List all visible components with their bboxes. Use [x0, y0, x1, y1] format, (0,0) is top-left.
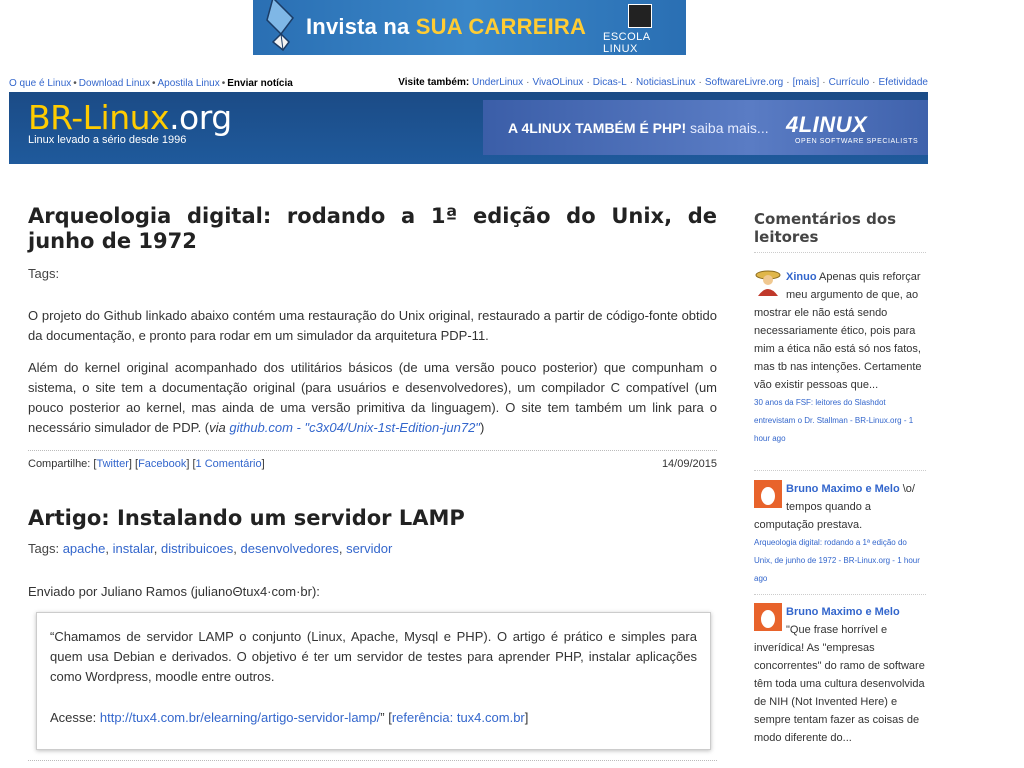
site-header: BR-Linux.org Linux levado a sério desde …	[9, 92, 928, 164]
post-title[interactable]: Arqueologia digital: rodando a 1ª edição…	[28, 204, 717, 254]
nav-apostila-linux[interactable]: Apostila Linux	[157, 78, 219, 89]
nav-download-linux[interactable]: Download Linux	[79, 78, 150, 89]
link-curriculo[interactable]: Currículo	[829, 77, 870, 88]
post-paragraph-text: O projeto do Github linkado abaixo conté…	[28, 308, 717, 343]
tag-link[interactable]: apache	[63, 541, 106, 556]
divider	[754, 252, 926, 253]
tag-link[interactable]: instalar	[113, 541, 154, 556]
sidebar-title: Comentários dos leitores	[754, 210, 897, 246]
via-github-link[interactable]: github.com - "c3x04/Unix-1st-Edition-jun…	[229, 420, 480, 435]
comment-source-link[interactable]: 30 anos da FSF: leitores do Slashdot ent…	[754, 394, 926, 448]
egg-avatar-icon	[754, 480, 782, 508]
link-vivaolinux[interactable]: VivaOLinux	[532, 77, 583, 88]
sidebar: Comentários dos leitores	[754, 210, 926, 246]
article-link[interactable]: http://tux4.com.br/elearning/artigo-serv…	[100, 710, 380, 725]
post-tags: Tags: apache, instalar, distribuicoes, d…	[28, 541, 393, 556]
nav-enviar-noticia[interactable]: Enviar notícia	[227, 78, 293, 89]
4linux-logo: 4LINUX	[786, 112, 868, 137]
comment-author[interactable]: Xinuo	[786, 271, 817, 283]
post-paragraph: Além do kernel original acompanhado dos …	[28, 358, 717, 438]
quote-box: “Chamamos de servidor LAMP o conjunto (L…	[36, 612, 711, 750]
4linux-ad-banner[interactable]: A 4LINUX TAMBÉM É PHP! saiba mais... 4LI…	[483, 100, 928, 155]
divider	[754, 470, 926, 471]
fountain-pen-icon	[266, 0, 294, 52]
comment-author[interactable]: Bruno Maximo e Melo	[786, 606, 900, 618]
post-arqueologia: Arqueologia digital: rodando a 1ª edição…	[28, 204, 717, 254]
escola-linux-mark-icon	[628, 4, 652, 28]
nav-o-que-e-linux[interactable]: O que é Linux	[9, 78, 71, 89]
egg-avatar-icon	[754, 603, 782, 631]
post-paragraph-text: Além do kernel original acompanhado dos …	[28, 360, 717, 435]
4linux-logo-subtitle: OPEN SOFTWARE SPECIALISTS	[795, 138, 919, 145]
post-title[interactable]: Artigo: Instalando um servidor LAMP	[28, 506, 465, 530]
sidebar-comment: Bruno Maximo e Melo "Que frase horrível …	[754, 603, 926, 747]
comments-link[interactable]: 1 Comentário	[196, 458, 262, 470]
divider	[754, 594, 926, 595]
sidebar-comment: Xinuo Apenas quis reforçar meu argumento…	[754, 268, 926, 448]
post-date: 14/09/2015	[661, 458, 717, 470]
post-paragraph: O projeto do Github linkado abaixo conté…	[28, 306, 717, 346]
person-hat-avatar-icon	[755, 270, 781, 296]
site-title[interactable]: BR-Linux.org	[28, 98, 232, 137]
banner-text: Invista na SUA CARREIRA	[306, 14, 587, 39]
link-softwarelivre[interactable]: SoftwareLivre.org	[705, 77, 783, 88]
post-tags: Tags:	[28, 266, 60, 281]
tag-link[interactable]: servidor	[346, 541, 392, 556]
visit-also-label: Visite também:	[398, 77, 470, 88]
share-facebook-link[interactable]: Facebook	[138, 458, 186, 470]
tag-link[interactable]: desenvolvedores	[241, 541, 339, 556]
comment-text: "Que frase horrível e inverídica! As "em…	[754, 624, 925, 744]
sidebar-comment: Bruno Maximo e Melo \o/ tempos quando a …	[754, 480, 926, 588]
sent-by: Enviado por Juliano Ramos (julianoΘtux4·…	[28, 584, 320, 599]
link-efetividade[interactable]: Efetividade	[879, 77, 928, 88]
reference-link[interactable]: referência: tux4.com.br	[392, 710, 525, 725]
access-line: Acesse: http://tux4.com.br/elearning/art…	[50, 710, 529, 725]
top-nav: O que é Linux • Download Linux • Apostila Li…	[9, 78, 293, 89]
post-footer: Compartilhe: [Twitter] [Facebook] [1 Com…	[28, 450, 717, 481]
top-banner-ad[interactable]: Invista na SUA CARREIRA ESCOLA LINUX	[253, 0, 686, 55]
link-mais[interactable]: [mais]	[793, 77, 820, 88]
comment-author[interactable]: Bruno Maximo e Melo	[786, 483, 900, 495]
site-tagline: Linux levado a sério desde 1996	[28, 134, 187, 146]
quote-text: “Chamamos de servidor LAMP o conjunto (L…	[50, 629, 697, 684]
logo-label: ESCOLA LINUX	[603, 31, 651, 55]
escola-linux-logo: ESCOLA LINUX	[598, 4, 684, 55]
divider	[28, 760, 717, 761]
share-twitter-link[interactable]: Twitter	[96, 458, 128, 470]
link-noticiaslinux[interactable]: NoticiasLinux	[636, 77, 695, 88]
share-links: Compartilhe: [Twitter] [Facebook] [1 Com…	[28, 458, 265, 470]
link-underlinux[interactable]: UnderLinux	[472, 77, 523, 88]
tag-link[interactable]: distribuicoes	[161, 541, 233, 556]
comment-source-link[interactable]: Arqueologia digital: rodando a 1ª edição…	[754, 534, 926, 588]
ad-text: A 4LINUX TAMBÉM É PHP! saiba mais...	[508, 120, 769, 136]
link-dicas-l[interactable]: Dicas-L	[593, 77, 627, 88]
visit-also-links: Visite também: UnderLinux · VivaOLinux · Dic…	[398, 77, 928, 88]
